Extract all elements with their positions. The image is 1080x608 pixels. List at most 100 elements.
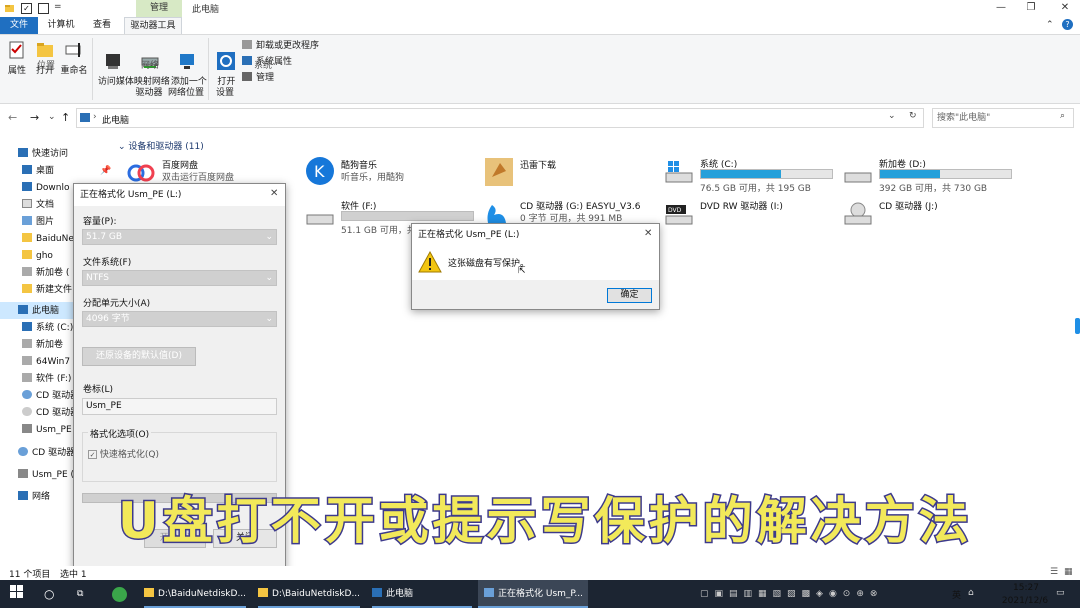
properties-label: 属性 (7, 66, 26, 76)
minimize-button[interactable]: — (994, 2, 1008, 14)
taskbar-item[interactable]: D:\BaiduNetdiskD... (144, 580, 246, 608)
sidebar-item-network[interactable]: 网络 (18, 489, 74, 505)
drive-d[interactable]: 新加卷 (D:) 392 GB 可用，共 730 GB (843, 157, 1018, 197)
recent-locations-icon[interactable]: ⌄ (48, 112, 56, 122)
quick-access-dropdown-icon[interactable]: = (54, 2, 62, 12)
sidebar-item-new-volume[interactable]: 新加卷 ( (22, 265, 74, 281)
sidebar-item-drive-c[interactable]: 系统 (C:) (22, 320, 74, 336)
back-button[interactable]: ← (8, 111, 17, 124)
notification-icon[interactable]: ⌂ (968, 588, 974, 598)
alert-close-icon[interactable]: ✕ (644, 228, 652, 239)
drive-icon (22, 373, 32, 382)
restore-defaults-button[interactable]: 还原设备的默认值(D) (82, 347, 196, 366)
sidebar-item-64win7[interactable]: 64Win7 (22, 354, 74, 370)
volume-label-input[interactable]: Usm_PE (82, 398, 277, 415)
access-media-button[interactable]: 访问媒体 (95, 40, 134, 88)
file-system-select[interactable]: NTFS ⌄ (82, 270, 277, 286)
status-bar (0, 566, 1080, 580)
allocation-unit-select[interactable]: 4096 字节 ⌄ (82, 311, 277, 327)
drive-icon (306, 214, 334, 225)
sidebar-item-cd-drive[interactable]: CD 驱动器 (18, 445, 74, 461)
manage-icon (242, 72, 252, 81)
usage-bar (700, 169, 833, 179)
sidebar-item-downloads[interactable]: Downlo (22, 180, 74, 196)
up-button[interactable]: ↑ (61, 111, 70, 124)
rename-button[interactable]: 重命名 (60, 40, 88, 77)
properties-quick-icon[interactable]: ✓ (21, 3, 32, 14)
context-tab-manage[interactable]: 管理 (136, 0, 182, 17)
manage-label: 管理 (256, 73, 275, 83)
scroll-handle[interactable] (1075, 318, 1080, 334)
quick-format-checkbox[interactable]: ✓ 快速格式化(Q) (88, 447, 159, 460)
sidebar-item-desktop[interactable]: 桌面 (22, 163, 74, 179)
start-button[interactable] (10, 580, 28, 608)
ribbon-collapse-icon[interactable]: ⌃ (1046, 20, 1054, 30)
tab-drive-tools[interactable]: 驱动器工具 (124, 17, 182, 34)
sidebar-item-documents[interactable]: 文档 (22, 197, 74, 213)
sidebar-item-baidunetdisk[interactable]: BaiduNet (22, 231, 74, 247)
sidebar-item-this-pc[interactable]: 此电脑 (18, 303, 78, 319)
dialog-close-icon[interactable]: ✕ (270, 188, 278, 199)
properties-button[interactable]: 属性 (5, 40, 29, 77)
add-network-location-button[interactable]: 添加一个 网络位置 (168, 40, 207, 99)
tab-view[interactable]: 查看 (86, 17, 118, 34)
search-input[interactable]: 搜索"此电脑" (932, 108, 1074, 128)
new-folder-quick-icon[interactable] (38, 3, 49, 14)
sidebar-item-label: 桌面 (36, 166, 55, 176)
sidebar-item-usm-pe[interactable]: Usm_PE ( (22, 422, 74, 438)
sidebar-item-label: 新加卷 ( (36, 268, 70, 278)
manage-item[interactable]: 管理 (242, 71, 274, 85)
search-icon[interactable]: ⌕ (1060, 111, 1065, 121)
address-dropdown-icon[interactable]: ⌄ (888, 111, 896, 121)
ok-button[interactable]: 确定 (607, 288, 652, 303)
taskbar-item-active[interactable]: 正在格式化 Usm_P... (478, 580, 588, 608)
clock-time[interactable]: 15:27 (1007, 583, 1045, 593)
tray-icons[interactable]: ▢▣▤▥▦▧▨▩◈◉⊙⊕⊗ (700, 589, 883, 599)
tab-file[interactable]: 文件 (0, 17, 38, 34)
sidebar-item-usm-pe-l[interactable]: Usm_PE (L: (18, 467, 74, 483)
drive-dvd-i[interactable]: DVD DVD RW 驱动器 (I:) (664, 199, 839, 239)
open-folder-icon (37, 43, 53, 57)
app-name: 迅雷下载 (520, 161, 557, 171)
taskbar-item[interactable]: 此电脑 (372, 580, 472, 608)
close-button[interactable]: ✕ (1058, 2, 1072, 14)
task-view-icon[interactable]: ⧉ (77, 580, 91, 608)
tab-computer[interactable]: 计算机 (44, 17, 78, 34)
usage-fill (342, 212, 473, 220)
access-media-label: 访问媒体 (97, 77, 134, 87)
sidebar-item-drive-f[interactable]: 软件 (F:) (22, 371, 74, 387)
maximize-button[interactable]: ❐ (1024, 2, 1038, 14)
forward-button[interactable]: → (30, 111, 39, 124)
capacity-select[interactable]: 51.7 GB ⌄ (82, 229, 277, 245)
sidebar-item-drive-d[interactable]: 新加卷 (22, 337, 74, 353)
input-language[interactable]: 英 (952, 588, 961, 601)
breadcrumb[interactable]: 此电脑 (102, 113, 129, 126)
open-settings-label: 打开 设置 (215, 77, 236, 98)
drive-c[interactable]: 系统 (C:) 76.5 GB 可用，共 195 GB (664, 157, 839, 197)
sidebar-item-gho[interactable]: gho (22, 248, 74, 264)
search-taskbar-icon[interactable]: ○ (44, 580, 58, 608)
sidebar-item-cd-j[interactable]: CD 驱动器 (22, 405, 74, 421)
app-xunlei[interactable]: 迅雷下载 (484, 158, 659, 198)
breadcrumb-chevron-icon: › (93, 112, 97, 122)
details-view-icon[interactable]: ☰ (1050, 567, 1058, 577)
address-bar[interactable] (76, 108, 924, 128)
refresh-icon[interactable]: ↻ (909, 111, 917, 121)
sidebar-item-cd-g[interactable]: CD 驱动器 (22, 388, 74, 404)
uninstall-program-item[interactable]: 卸载或更改程序 (242, 39, 319, 53)
action-center-icon[interactable]: ▭ (1056, 588, 1065, 598)
browser-icon[interactable] (112, 587, 127, 602)
taskbar-item[interactable]: D:\BaiduNetdiskD... (258, 580, 360, 608)
open-settings-button[interactable]: 打开 设置 (212, 40, 238, 99)
app-kugou[interactable]: K 酷狗音乐 听音乐，用酷狗 (305, 157, 480, 198)
large-icons-view-icon[interactable]: ▦ (1064, 567, 1073, 577)
clock-date[interactable]: 2021/12/6 (997, 596, 1053, 606)
drive-cd-j[interactable]: CD 驱动器 (J:) (843, 199, 1018, 239)
sidebar-item-pictures[interactable]: 图片 (22, 214, 74, 230)
sidebar-item-new-folder[interactable]: 新建文件 (22, 282, 74, 298)
sidebar-item-quick-access[interactable]: 快速访问 (18, 146, 88, 162)
group-header[interactable]: ⌄ 设备和驱动器 (11) (118, 139, 204, 152)
document-icon (22, 199, 32, 208)
quick-format-label: 快速格式化(Q) (99, 450, 159, 460)
help-icon[interactable]: ? (1062, 19, 1073, 30)
